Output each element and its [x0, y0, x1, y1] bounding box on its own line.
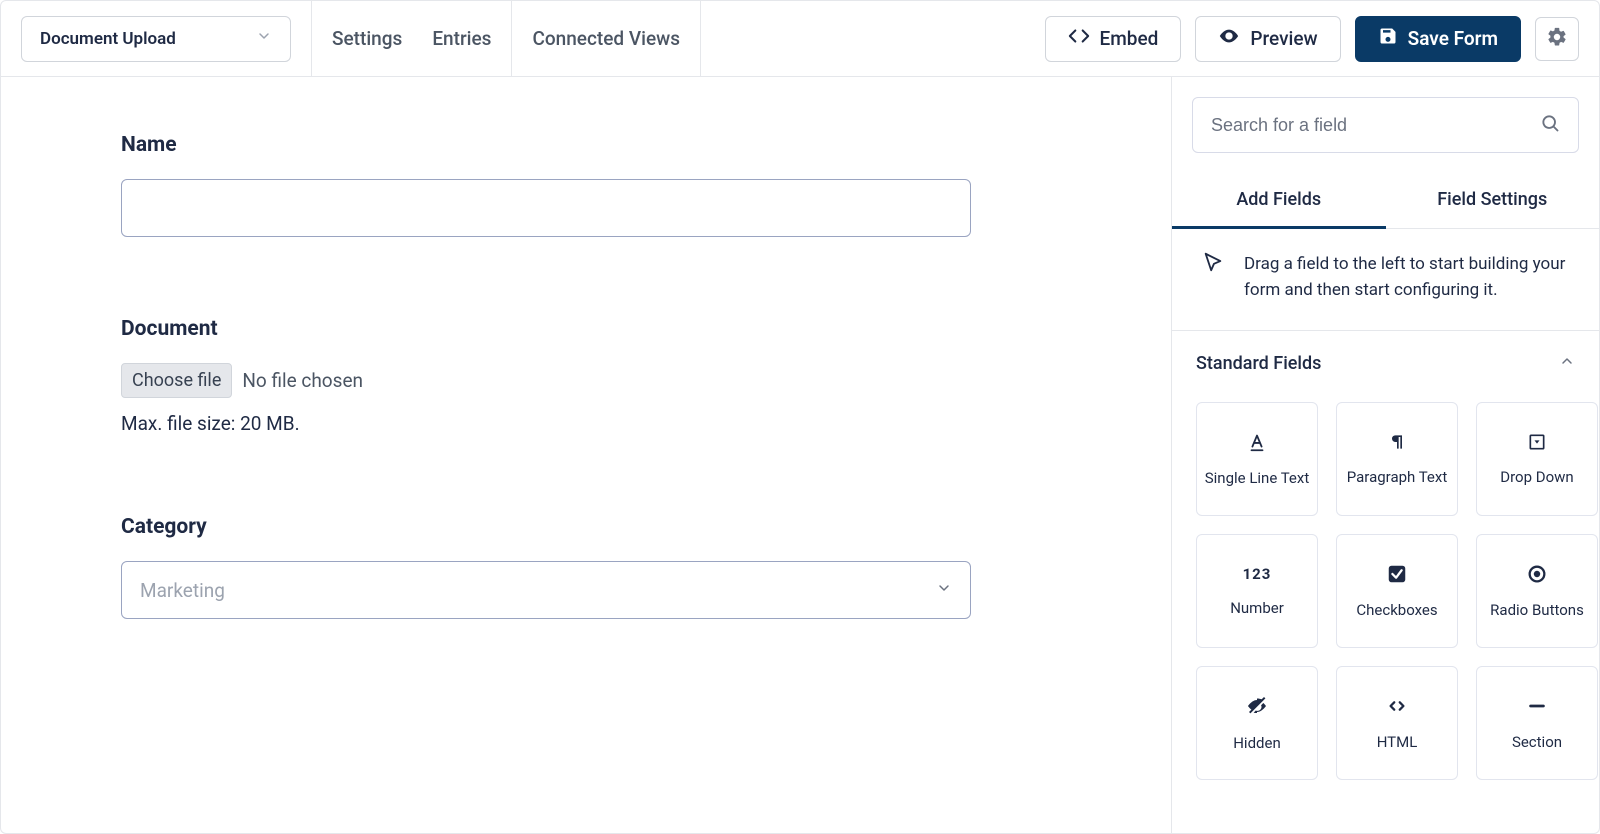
file-status-text: No file chosen — [242, 369, 363, 392]
paragraph-icon — [1387, 432, 1407, 452]
field-card-single-line-text[interactable]: Single Line Text — [1196, 402, 1318, 516]
field-card-label: Section — [1512, 733, 1562, 751]
field-search[interactable] — [1192, 97, 1579, 153]
field-card-label: Checkboxes — [1356, 601, 1437, 619]
nav-entries[interactable]: Entries — [432, 27, 491, 50]
sidebar: Add Fields Field Settings Drag a field t… — [1171, 77, 1599, 833]
field-name: Name — [121, 133, 1051, 237]
field-card-number[interactable]: 123 Number — [1196, 534, 1318, 648]
topbar: Document Upload Settings Entries Connect… — [1, 1, 1599, 77]
field-document: Document Choose file No file chosen Max.… — [121, 317, 1051, 435]
field-card-hidden[interactable]: Hidden — [1196, 666, 1318, 780]
field-card-label: HTML — [1377, 733, 1418, 751]
save-form-button[interactable]: Save Form — [1355, 16, 1521, 62]
field-card-html[interactable]: HTML — [1336, 666, 1458, 780]
dropdown-icon — [1527, 432, 1547, 452]
field-card-section[interactable]: Section — [1476, 666, 1598, 780]
app-root: Document Upload Settings Entries Connect… — [0, 0, 1600, 834]
category-selected-value: Marketing — [140, 579, 225, 602]
file-size-hint: Max. file size: 20 MB. — [121, 412, 1051, 435]
section-title: Standard Fields — [1196, 353, 1321, 374]
chevron-up-icon — [1559, 353, 1575, 374]
nav-links: Settings Entries — [332, 27, 491, 50]
checkbox-icon — [1386, 563, 1408, 585]
divider — [311, 1, 312, 77]
embed-button[interactable]: Embed — [1045, 16, 1182, 62]
embed-button-label: Embed — [1100, 27, 1159, 50]
radio-icon — [1526, 563, 1548, 585]
divider — [511, 1, 512, 77]
category-select[interactable]: Marketing — [121, 561, 971, 619]
nav-links-2: Connected Views — [532, 27, 680, 50]
field-card-drop-down[interactable]: Drop Down — [1476, 402, 1598, 516]
field-card-checkboxes[interactable]: Checkboxes — [1336, 534, 1458, 648]
tab-field-settings[interactable]: Field Settings — [1386, 173, 1600, 228]
save-button-label: Save Form — [1408, 27, 1498, 50]
form-selector[interactable]: Document Upload — [21, 16, 291, 62]
form-canvas: Name Document Choose file No file chosen… — [1, 77, 1171, 833]
gear-icon — [1546, 26, 1568, 52]
field-label-name: Name — [121, 133, 1051, 157]
save-icon — [1378, 26, 1398, 51]
html-icon — [1386, 695, 1408, 717]
preview-button-label: Preview — [1250, 27, 1317, 50]
field-card-label: Radio Buttons — [1490, 601, 1584, 619]
sidebar-hint-text: Drag a field to the left to start buildi… — [1244, 251, 1575, 304]
divider — [700, 1, 701, 77]
field-label-category: Category — [121, 515, 1051, 539]
choose-file-button[interactable]: Choose file — [121, 363, 232, 398]
field-label-document: Document — [121, 317, 1051, 341]
preview-button[interactable]: Preview — [1195, 16, 1340, 62]
code-icon — [1068, 25, 1090, 52]
sidebar-hint: Drag a field to the left to start buildi… — [1172, 229, 1599, 331]
field-card-label: Single Line Text — [1205, 469, 1310, 487]
nav-settings[interactable]: Settings — [332, 27, 402, 50]
field-card-radio-buttons[interactable]: Radio Buttons — [1476, 534, 1598, 648]
tab-add-fields[interactable]: Add Fields — [1172, 173, 1386, 228]
field-card-label: Drop Down — [1500, 468, 1573, 486]
chevron-down-icon — [936, 580, 952, 600]
field-grid: Single Line Text Paragraph Text Drop Dow… — [1172, 392, 1599, 804]
search-input[interactable] — [1211, 115, 1540, 136]
text-icon — [1246, 431, 1268, 453]
search-icon — [1540, 113, 1560, 137]
number-icon: 123 — [1243, 565, 1272, 583]
eye-icon — [1218, 25, 1240, 52]
form-selector-label: Document Upload — [40, 29, 176, 49]
hidden-icon — [1245, 694, 1269, 718]
section-icon — [1526, 695, 1548, 717]
nav-connected-views[interactable]: Connected Views — [532, 27, 680, 50]
file-upload: Choose file No file chosen — [121, 363, 1051, 398]
field-card-label: Number — [1230, 599, 1284, 617]
field-card-label: Hidden — [1233, 734, 1281, 752]
cursor-icon — [1202, 251, 1224, 304]
body: Name Document Choose file No file chosen… — [1, 77, 1599, 833]
field-card-label: Paragraph Text — [1347, 468, 1448, 486]
sidebar-tabs: Add Fields Field Settings — [1172, 173, 1599, 229]
field-card-paragraph-text[interactable]: Paragraph Text — [1336, 402, 1458, 516]
name-input[interactable] — [121, 179, 971, 237]
section-standard-fields[interactable]: Standard Fields — [1172, 331, 1599, 392]
field-category: Category Marketing — [121, 515, 1051, 619]
chevron-down-icon — [256, 28, 272, 49]
settings-gear-button[interactable] — [1535, 17, 1579, 61]
